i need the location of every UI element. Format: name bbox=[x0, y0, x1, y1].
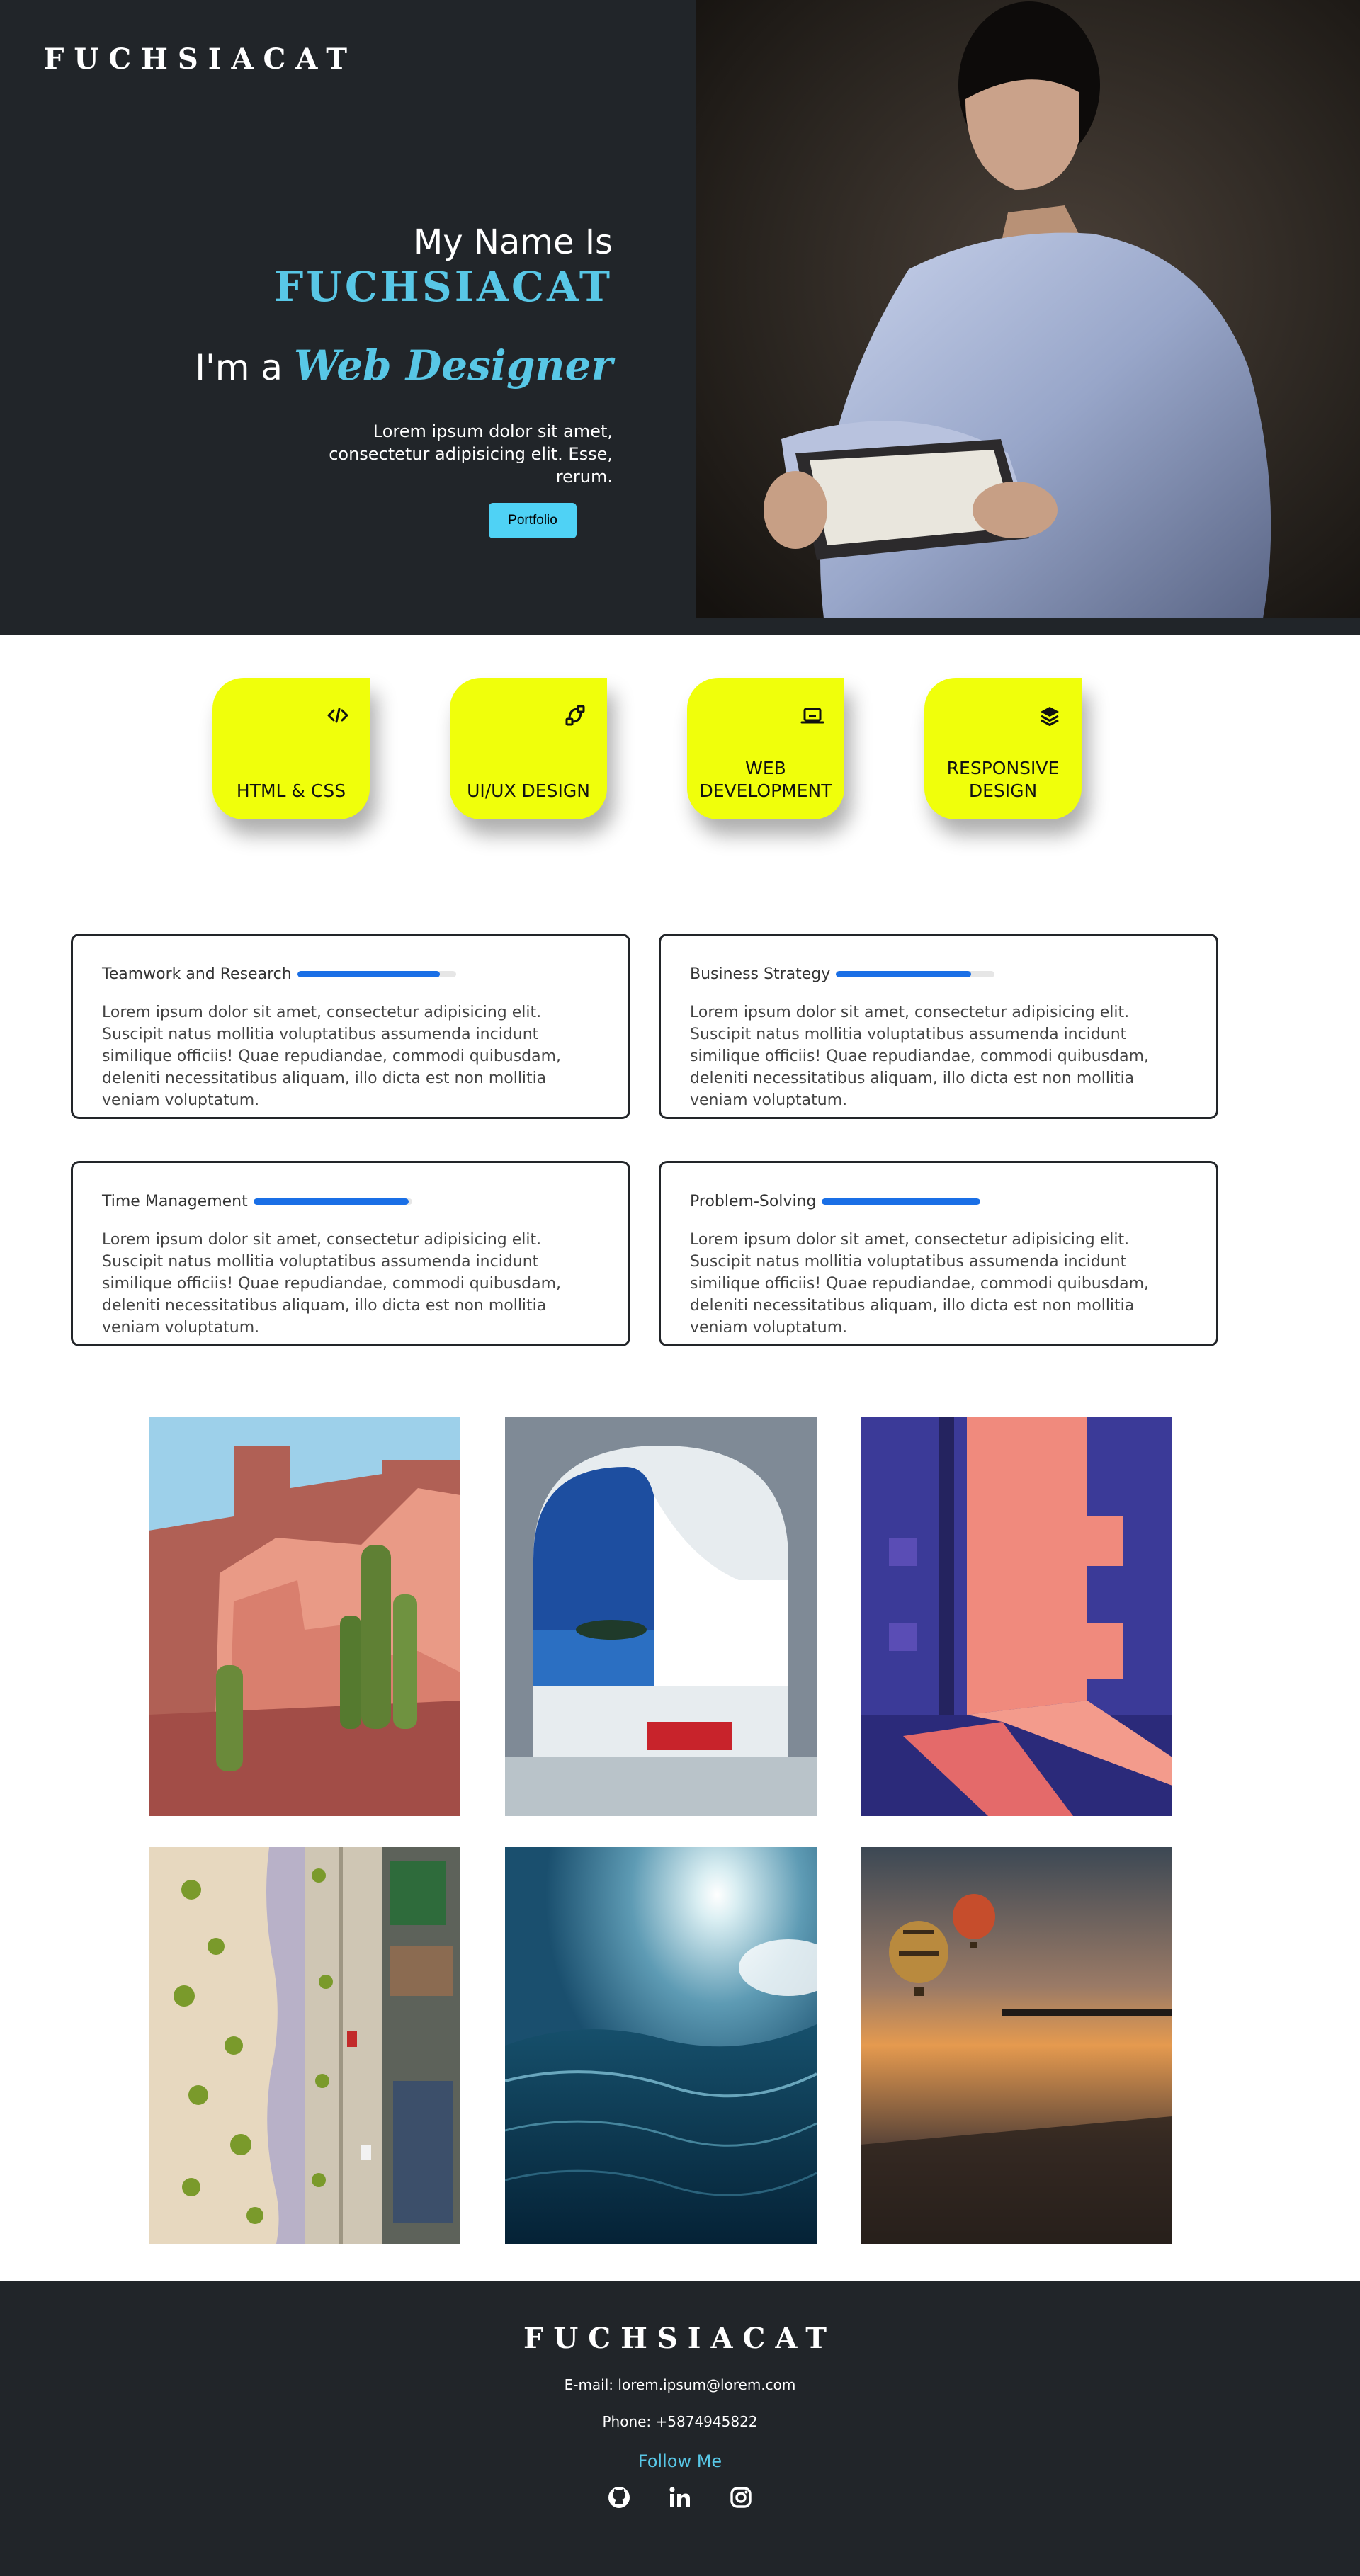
pen-tool-icon bbox=[563, 703, 587, 727]
footer-logo: FUCHSIACAT bbox=[523, 2322, 837, 2355]
hero-role-line: I'm a Web Designer bbox=[106, 337, 613, 396]
hero-section: FUCHSIACAT My Name Is FUCHSIACAT I'm a W… bbox=[0, 0, 1360, 635]
service-card-ui-ux[interactable]: UI/UX DESIGN bbox=[450, 678, 607, 819]
skill-progress-bar bbox=[297, 971, 456, 977]
laptop-icon bbox=[800, 703, 824, 727]
skill-progress-bar bbox=[253, 1198, 412, 1205]
services-section: HTML & CSS UI/UX DESIGN WEB DEVELOPMENT … bbox=[0, 678, 1360, 819]
skill-description: Lorem ipsum dolor sit amet, consectetur … bbox=[102, 1231, 562, 1337]
footer-email[interactable]: E-mail: lorem.ipsum@lorem.com bbox=[0, 2376, 1360, 2393]
skill-progress-fill bbox=[822, 1198, 981, 1205]
github-icon[interactable] bbox=[607, 2485, 631, 2509]
layers-icon bbox=[1038, 703, 1062, 727]
white-arch-sea-view-illustration[interactable] bbox=[505, 1417, 817, 1816]
service-card-web-development[interactable]: WEB DEVELOPMENT bbox=[687, 678, 844, 819]
desert-architecture-cactus-illustration[interactable] bbox=[149, 1417, 460, 1816]
skill-name: Problem-Solving bbox=[690, 1193, 817, 1210]
skill-description: Lorem ipsum dolor sit amet, consectetur … bbox=[102, 1004, 562, 1109]
pink-blue-building-shadow-illustration[interactable] bbox=[861, 1417, 1172, 1816]
hero-name: FUCHSIACAT bbox=[274, 263, 613, 311]
skill-progress-fill bbox=[836, 971, 971, 977]
instagram-icon[interactable] bbox=[729, 2485, 753, 2509]
service-card-html-css[interactable]: HTML & CSS bbox=[212, 678, 370, 819]
service-label: RESPONSIVE DESIGN bbox=[946, 758, 1060, 801]
skill-progress-fill bbox=[297, 971, 441, 977]
skill-progress-bar bbox=[836, 971, 995, 977]
social-links bbox=[0, 2485, 1360, 2509]
skill-description: Lorem ipsum dolor sit amet, consectetur … bbox=[690, 1231, 1150, 1337]
portfolio-button[interactable]: Portfolio bbox=[489, 503, 577, 538]
follow-me-heading: Follow Me bbox=[638, 2451, 722, 2471]
hero-text-block: My Name Is FUCHSIACAT I'm a Web Designer… bbox=[106, 221, 613, 488]
skill-header: Business Strategy bbox=[690, 965, 995, 983]
skill-card-time-management: Time Management Lorem ipsum dolor sit am… bbox=[71, 1161, 630, 1346]
service-label: HTML & CSS bbox=[236, 781, 346, 801]
skill-name: Time Management bbox=[102, 1193, 248, 1210]
skill-header: Teamwork and Research bbox=[102, 965, 456, 983]
skill-progress-fill bbox=[253, 1198, 409, 1205]
skill-card-teamwork: Teamwork and Research Lorem ipsum dolor … bbox=[71, 934, 630, 1119]
footer-phone[interactable]: Phone: +5874945822 bbox=[0, 2413, 1360, 2430]
skill-header: Time Management bbox=[102, 1193, 412, 1210]
linkedin-icon[interactable] bbox=[668, 2485, 692, 2509]
service-card-responsive-design[interactable]: RESPONSIVE DESIGN bbox=[924, 678, 1082, 819]
footer: FUCHSIACAT E-mail: lorem.ipsum@lorem.com… bbox=[0, 2281, 1360, 2576]
site-logo[interactable]: FUCHSIACAT bbox=[44, 42, 357, 76]
ocean-wave-sun-photo[interactable] bbox=[505, 1847, 817, 2244]
hot-air-balloons-sunset-photo[interactable] bbox=[861, 1847, 1172, 2244]
skill-progress-bar bbox=[822, 1198, 981, 1205]
service-label: WEB DEVELOPMENT bbox=[699, 758, 832, 801]
skill-description: Lorem ipsum dolor sit amet, consectetur … bbox=[690, 1004, 1150, 1109]
woman-reading-book-photo bbox=[696, 0, 1360, 618]
code-icon bbox=[326, 703, 350, 727]
hero-role-prefix: I'm a bbox=[195, 347, 283, 388]
skill-card-problem-solving: Problem-Solving Lorem ipsum dolor sit am… bbox=[659, 1161, 1218, 1346]
skill-name: Business Strategy bbox=[690, 965, 831, 983]
service-label: UI/UX DESIGN bbox=[467, 781, 590, 801]
skill-name: Teamwork and Research bbox=[102, 965, 292, 983]
hero-intro: My Name Is bbox=[413, 222, 613, 262]
aerial-beach-palm-road-photo[interactable] bbox=[149, 1847, 460, 2244]
hero-description: Lorem ipsum dolor sit amet, consectetur … bbox=[329, 421, 613, 487]
skill-header: Problem-Solving bbox=[690, 1193, 981, 1210]
skill-card-business-strategy: Business Strategy Lorem ipsum dolor sit … bbox=[659, 934, 1218, 1119]
hero-role: Web Designer bbox=[293, 341, 613, 390]
